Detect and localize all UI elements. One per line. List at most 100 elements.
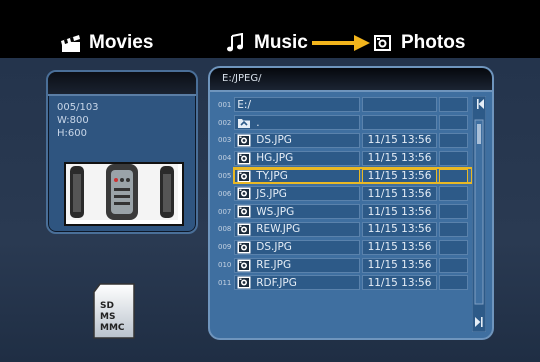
file-row[interactable]: 011 RDF.JPG 11/15 13:56 (216, 274, 468, 292)
music-note-icon (227, 33, 243, 52)
file-row[interactable]: 005 TY.JPG 11/15 13:56 (216, 167, 473, 185)
file-name: RE.JPG (256, 259, 292, 272)
info-panel-header (48, 72, 196, 96)
file-name: WS.JPG (256, 205, 295, 218)
file-row[interactable]: 002. (216, 114, 468, 132)
row-number: 007 (218, 207, 232, 216)
file-date: 11/15 13:56 (367, 241, 432, 254)
scrollbar[interactable] (472, 96, 486, 332)
file-browser: E:/JPEG/ 001 E:/002. 003 DS.JPG 11/15 13:56 0… (208, 66, 494, 340)
file-name-cell[interactable]: DS.JPG (234, 132, 360, 148)
row-number: 011 (218, 278, 232, 287)
file-date-cell: 11/15 13:56 (361, 239, 438, 255)
file-name-cell[interactable]: WS.JPG (234, 204, 360, 220)
file-name-cell[interactable]: E:/ (234, 97, 360, 113)
file-date: 11/15 13:56 (367, 223, 432, 236)
card-label-sd: SD (100, 301, 114, 311)
file-extra-cell (439, 221, 468, 237)
file-extra-cell (439, 204, 468, 220)
file-date-cell: 11/15 13:56 (361, 221, 438, 237)
file-name: E:/ (237, 98, 251, 111)
file-name-cell[interactable]: . (234, 115, 360, 131)
file-row[interactable]: 006 JS.JPG 11/15 13:56 (216, 185, 468, 203)
row-number: 009 (218, 243, 232, 252)
file-extra-cell (439, 132, 468, 148)
file-date: 11/15 13:56 (367, 187, 432, 200)
clapperboard-icon (61, 35, 80, 52)
file-date-cell: 11/15 13:56 (361, 275, 438, 291)
tab-movies[interactable]: Movies (60, 28, 153, 58)
file-extra-cell (439, 257, 468, 273)
file-row[interactable]: 009 DS.JPG 11/15 13:56 (216, 238, 468, 256)
file-list: 001 E:/ 002. 003 DS.JPG 11/15 13:56 004 HG.JPG 1… (216, 96, 473, 292)
memory-card-icon: SD MS MMC (93, 283, 135, 339)
top-tab-bar: Movies Music Photos (0, 0, 540, 58)
file-extra-cell (439, 150, 468, 166)
photo-icon (237, 223, 251, 236)
file-extra-cell (439, 275, 468, 291)
row-number: 004 (218, 154, 232, 163)
photo-index: 005/103 (57, 102, 99, 113)
card-label-ms: MS (100, 312, 115, 322)
camera-icon (374, 35, 391, 51)
file-date-cell: 11/15 13:56 (361, 168, 438, 184)
file-date-cell (361, 97, 438, 113)
file-row[interactable]: 007 WS.JPG 11/15 13:56 (216, 203, 468, 221)
file-row[interactable]: 001 E:/ (216, 96, 468, 114)
file-extra-cell (439, 168, 468, 184)
file-row[interactable]: 003 DS.JPG 11/15 13:56 (216, 132, 468, 150)
photo-icon (237, 276, 251, 289)
file-row[interactable]: 010 RE.JPG 11/15 13:56 (216, 256, 468, 274)
file-name-cell[interactable]: TY.JPG (234, 168, 360, 184)
file-name-cell[interactable]: HG.JPG (234, 150, 360, 166)
photo-icon (237, 170, 251, 183)
file-name-cell[interactable]: REW.JPG (234, 221, 360, 237)
file-extra-cell (439, 115, 468, 131)
photo-thumbnail (64, 162, 184, 226)
row-number: 008 (218, 225, 232, 234)
current-path: E:/JPEG/ (210, 68, 492, 92)
photo-info-panel: 005/103 W:800 H:600 (46, 70, 198, 234)
file-date: 11/15 13:56 (367, 259, 432, 272)
photo-icon (237, 241, 251, 254)
tab-photos[interactable]: Photos (372, 28, 465, 58)
file-extra-cell (439, 186, 468, 202)
photo-icon (237, 187, 251, 200)
arrow-right-icon (312, 35, 370, 51)
row-number: 005 (218, 172, 232, 181)
file-date-cell (361, 115, 438, 131)
file-date: 11/15 13:56 (367, 170, 432, 183)
tab-music[interactable]: Music (225, 28, 308, 58)
folder-up-icon (238, 119, 251, 129)
file-date-cell: 11/15 13:56 (361, 204, 438, 220)
file-name: DS.JPG (256, 241, 292, 254)
tab-photos-label: Photos (401, 32, 466, 53)
photo-icon (237, 205, 251, 218)
file-date: 11/15 13:56 (367, 205, 432, 218)
file-name-cell[interactable]: DS.JPG (234, 239, 360, 255)
row-number: 006 (218, 189, 232, 198)
scroll-top-icon (477, 99, 479, 109)
photo-icon (237, 259, 251, 272)
file-row[interactable]: 008 REW.JPG 11/15 13:56 (216, 221, 468, 239)
card-label-mmc: MMC (100, 323, 125, 333)
file-name: REW.JPG (256, 223, 301, 236)
file-name-cell[interactable]: RE.JPG (234, 257, 360, 273)
file-date: 11/15 13:56 (367, 276, 432, 289)
tab-movies-label: Movies (89, 32, 154, 53)
file-extra-cell (439, 97, 468, 113)
row-number: 002 (218, 118, 232, 127)
file-date-cell: 11/15 13:56 (361, 257, 438, 273)
thumbnail-image (66, 164, 178, 220)
file-date: 11/15 13:56 (367, 134, 432, 147)
file-name: RDF.JPG (256, 276, 297, 289)
row-number: 010 (218, 261, 232, 270)
file-date-cell: 11/15 13:56 (361, 132, 438, 148)
file-name-cell[interactable]: JS.JPG (234, 186, 360, 202)
file-name: DS.JPG (256, 134, 292, 147)
file-name: JS.JPG (256, 187, 287, 200)
file-date-cell: 11/15 13:56 (361, 150, 438, 166)
file-date-cell: 11/15 13:56 (361, 186, 438, 202)
file-name-cell[interactable]: RDF.JPG (234, 275, 360, 291)
file-row[interactable]: 004 HG.JPG 11/15 13:56 (216, 149, 468, 167)
